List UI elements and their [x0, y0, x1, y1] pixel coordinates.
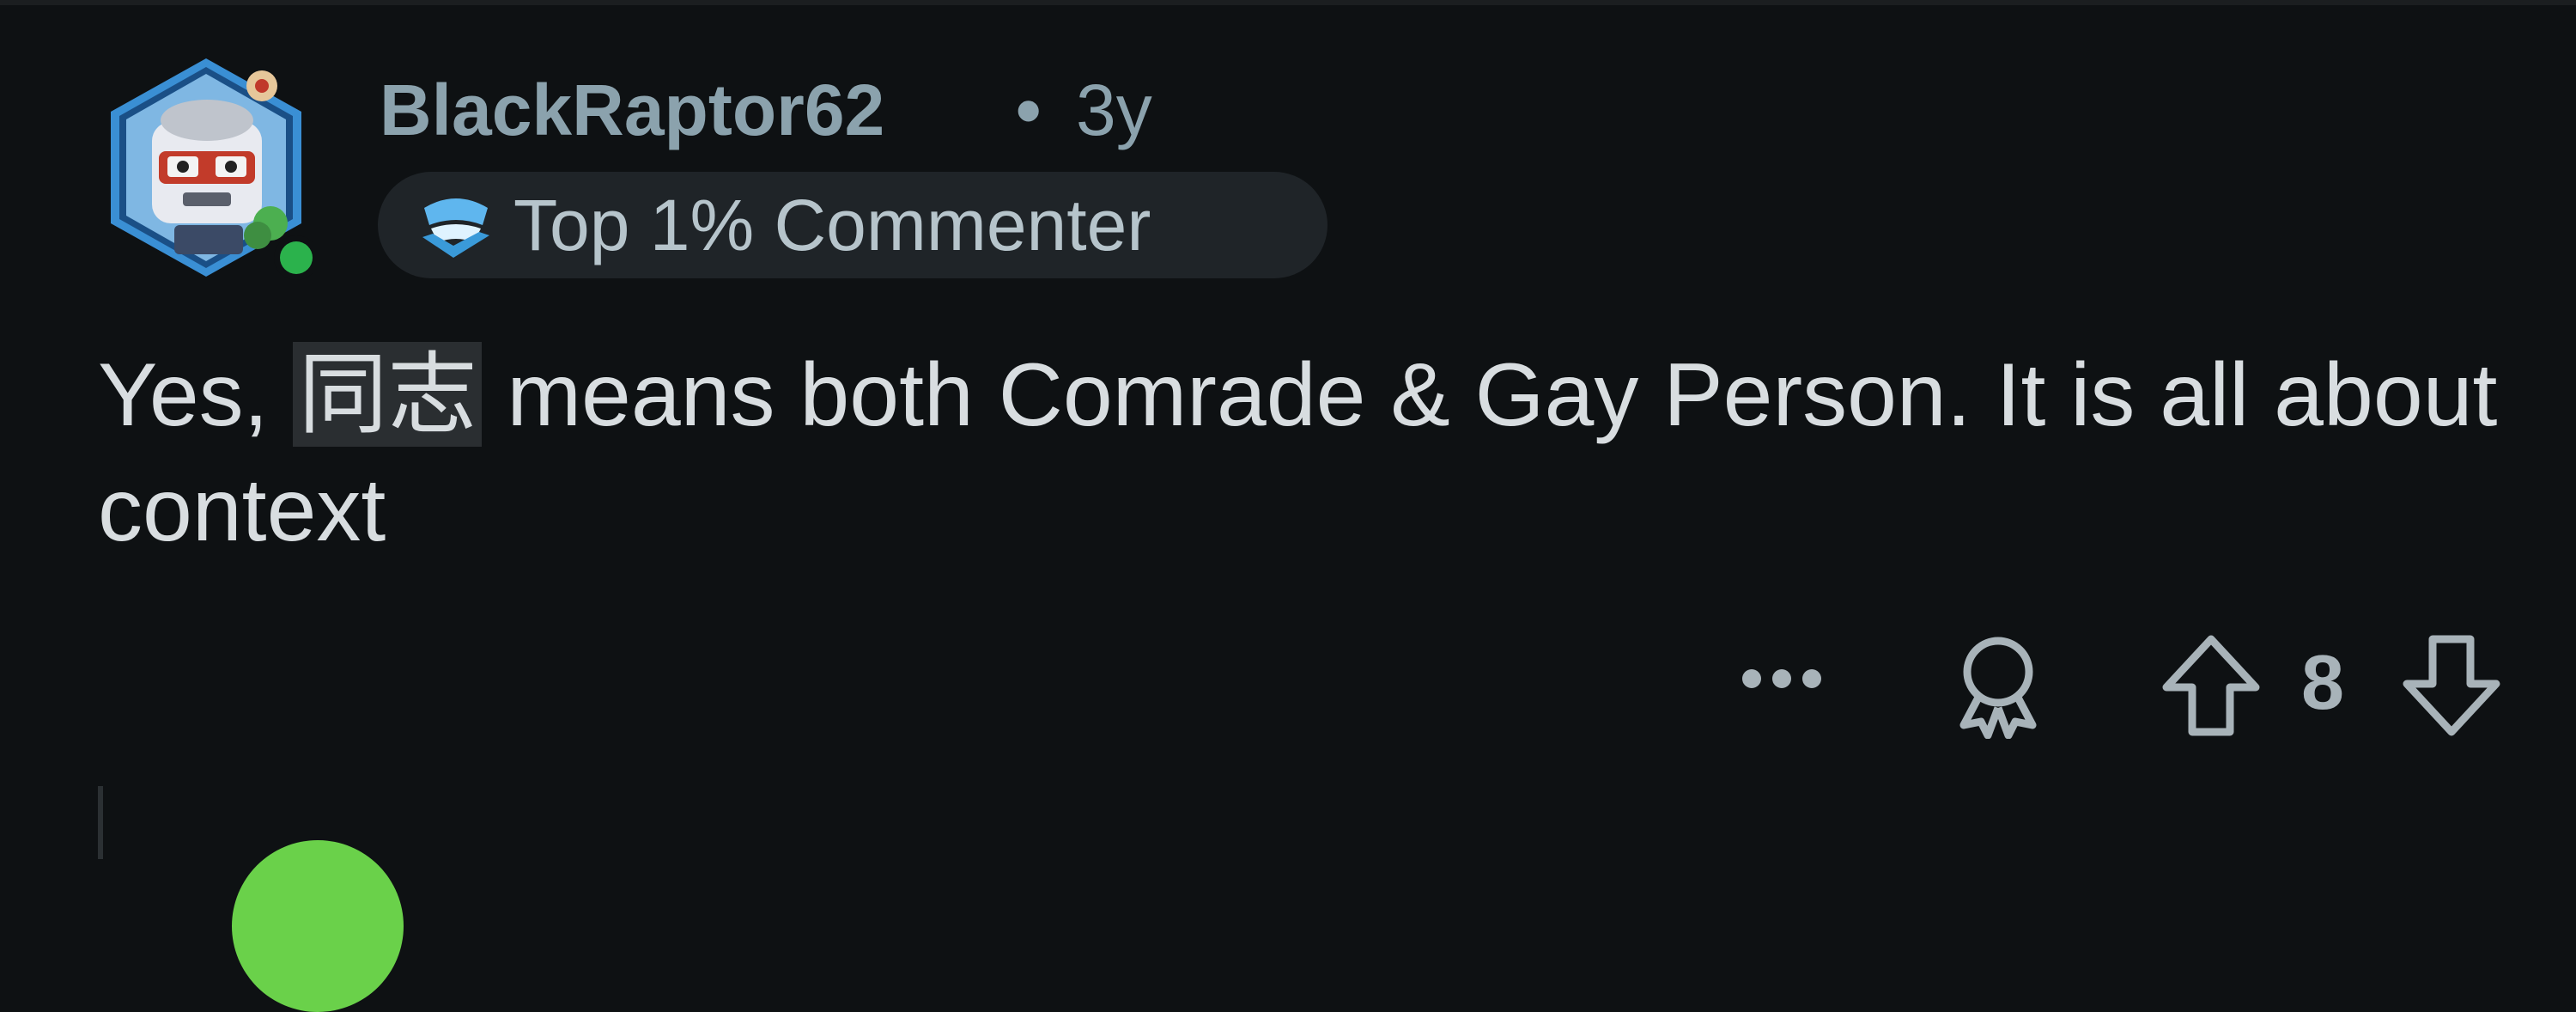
- top-divider: [0, 0, 2576, 5]
- robot-avatar-icon: [111, 58, 319, 280]
- comment-text-start: Yes,: [98, 345, 294, 445]
- meta-separator: •: [1016, 70, 1042, 150]
- arrow-up-icon[interactable]: [2160, 632, 2263, 739]
- award-icon[interactable]: [1945, 632, 2051, 739]
- user-flair-badge: Top 1% Commenter: [378, 172, 1327, 278]
- username-link[interactable]: BlackRaptor62: [380, 67, 884, 153]
- user-avatar[interactable]: [99, 55, 319, 280]
- vote-score: 8: [2301, 640, 2345, 726]
- flair-label: Top 1% Commenter: [513, 185, 1151, 265]
- reply-avatar[interactable]: [232, 840, 404, 1012]
- comment-age[interactable]: 3y: [1076, 67, 1152, 153]
- comment-body: Yes, 同志 means both Comrade & Gay Person.…: [98, 337, 2519, 568]
- commenter-badge-icon: [422, 198, 489, 258]
- arrow-down-icon[interactable]: [2400, 632, 2503, 739]
- more-horizontal-icon[interactable]: [1735, 661, 1829, 696]
- thread-line[interactable]: [98, 786, 103, 859]
- highlighted-term: 同志: [293, 342, 483, 447]
